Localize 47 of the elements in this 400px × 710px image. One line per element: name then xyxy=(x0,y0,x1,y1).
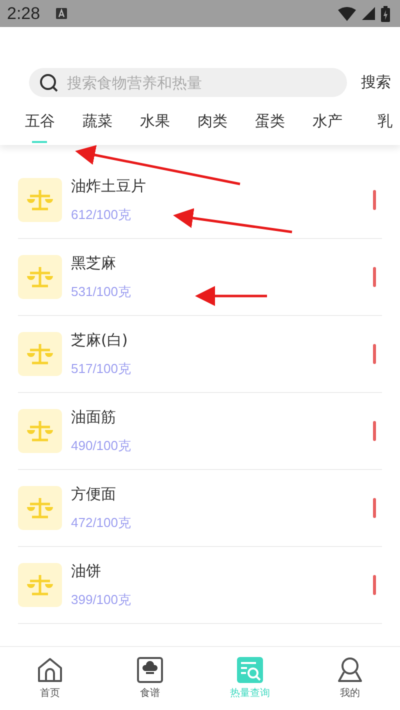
category-tab[interactable]: 五谷 xyxy=(11,109,68,145)
notification-icon xyxy=(56,8,68,19)
search-icon xyxy=(39,73,59,93)
indicator-bar xyxy=(373,575,376,595)
category-tab[interactable]: 乳 xyxy=(356,109,400,145)
scale-icon xyxy=(18,409,62,453)
scale-icon xyxy=(18,255,62,299)
search-button[interactable]: 搜索 xyxy=(361,73,391,92)
food-name: 黑芝麻 xyxy=(71,254,116,272)
calorie-value: 612/100克 xyxy=(71,206,131,224)
category-tab[interactable]: 蛋类 xyxy=(241,109,298,145)
home-icon xyxy=(37,657,63,683)
nav-tab[interactable]: 食谱 xyxy=(100,647,200,710)
food-name: 油饼 xyxy=(71,562,101,580)
indicator-bar xyxy=(373,190,376,210)
category-tab[interactable]: 肉类 xyxy=(184,109,241,145)
chef-hat-icon xyxy=(137,657,163,683)
category-tab[interactable]: 水产 xyxy=(298,109,356,145)
food-name: 芝麻(白) xyxy=(71,330,128,350)
user-icon xyxy=(337,657,363,683)
indicator-bar xyxy=(373,267,376,287)
scale-icon xyxy=(18,486,62,530)
scale-icon xyxy=(18,332,62,376)
signal-icon xyxy=(362,7,375,20)
food-name: 油炸土豆片 xyxy=(71,176,146,196)
scale-icon xyxy=(18,563,62,607)
status-time: 2:28 xyxy=(7,4,40,24)
nav-tab[interactable]: 我的 xyxy=(300,647,400,710)
calorie-value: 531/100克 xyxy=(71,282,131,300)
calorie-value: 472/100克 xyxy=(71,514,131,532)
food-name: 油面筋 xyxy=(71,408,116,426)
search-field[interactable]: 搜索食物营养和热量 xyxy=(29,68,347,97)
indicator-bar xyxy=(373,498,376,518)
wifi-icon xyxy=(338,6,356,20)
category-tab[interactable]: 水果 xyxy=(126,109,184,145)
indicator-bar xyxy=(373,344,376,364)
battery-icon xyxy=(381,6,390,22)
scale-icon xyxy=(18,178,62,222)
calorie-value: 490/100克 xyxy=(71,436,131,454)
calorie-value: 399/100克 xyxy=(71,590,131,608)
indicator-bar xyxy=(373,421,376,441)
nav-tab[interactable]: 首页 xyxy=(0,647,100,710)
calorie-search-icon xyxy=(237,657,263,683)
annotation-arrow xyxy=(195,286,267,306)
food-name: 方便面 xyxy=(71,484,116,504)
category-tab[interactable]: 蔬菜 xyxy=(68,109,126,145)
calorie-value: 517/100克 xyxy=(71,360,131,378)
